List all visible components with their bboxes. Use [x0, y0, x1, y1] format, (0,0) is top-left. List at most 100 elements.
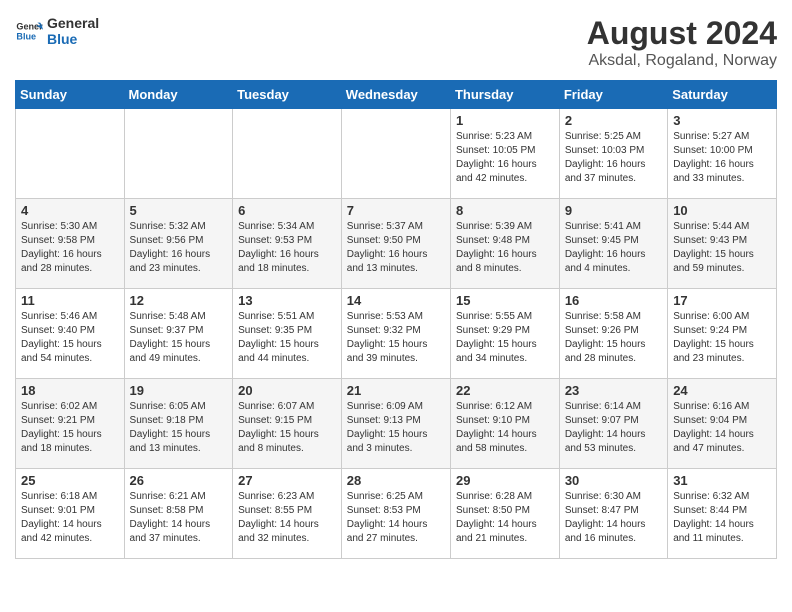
calendar-week-row: 18Sunrise: 6:02 AM Sunset: 9:21 PM Dayli…: [16, 379, 777, 469]
day-info: Sunrise: 6:12 AM Sunset: 9:10 PM Dayligh…: [456, 400, 554, 456]
calendar-cell: 1 Sunrise: 5:23 AM Sunset: 10:05 PM Dayli…: [450, 109, 559, 199]
day-info: Sunrise: 6:14 AM Sunset: 9:07 PM Dayligh…: [565, 400, 662, 456]
day-number: 20: [238, 383, 336, 398]
day-info: Sunrise: 5:27 AM Sunset: 10:00 PM Daylig…: [673, 130, 771, 186]
day-info: Sunrise: 5:30 AM Sunset: 9:58 PM Dayligh…: [21, 220, 119, 276]
day-info: Sunrise: 6:05 AM Sunset: 9:18 PM Dayligh…: [130, 400, 228, 456]
calendar-cell: 19 Sunrise: 6:05 AM Sunset: 9:18 PM Dayli…: [124, 379, 233, 469]
calendar-week-row: 25Sunrise: 6:18 AM Sunset: 9:01 PM Dayli…: [16, 469, 777, 559]
main-title: August 2024: [587, 15, 777, 52]
day-number: 7: [347, 203, 445, 218]
day-header-sunday: Sunday: [16, 81, 125, 109]
day-number: 1: [456, 113, 554, 128]
calendar-cell: 13Sunrise: 5:51 AM Sunset: 9:35 PM Dayli…: [233, 289, 342, 379]
logo: General Blue General Blue: [15, 15, 99, 47]
logo-text-blue: Blue: [47, 31, 99, 47]
day-number: 6: [238, 203, 336, 218]
calendar-cell: 2Sunrise: 5:25 AM Sunset: 10:03 PM Dayli…: [559, 109, 667, 199]
day-info: Sunrise: 5:53 AM Sunset: 9:32 PM Dayligh…: [347, 310, 445, 366]
day-info: Sunrise: 6:07 AM Sunset: 9:15 PM Dayligh…: [238, 400, 336, 456]
day-info: Sunrise: 6:16 AM Sunset: 9:04 PM Dayligh…: [673, 400, 771, 456]
title-area: August 2024 Aksdal, Rogaland, Norway: [587, 15, 777, 70]
day-number: 22: [456, 383, 554, 398]
day-header-monday: Monday: [124, 81, 233, 109]
day-info: Sunrise: 6:28 AM Sunset: 8:50 PM Dayligh…: [456, 490, 554, 546]
day-number: 18: [21, 383, 119, 398]
calendar-cell: 27 Sunrise: 6:23 AM Sunset: 8:55 PM Dayli…: [233, 469, 342, 559]
day-info: Sunrise: 5:32 AM Sunset: 9:56 PM Dayligh…: [130, 220, 228, 276]
day-info: Sunrise: 5:23 AM Sunset: 10:05 PM Daylig…: [456, 130, 554, 186]
calendar-cell: 23 Sunrise: 6:14 AM Sunset: 9:07 PM Dayli…: [559, 379, 667, 469]
calendar-cell: 15 Sunrise: 5:55 AM Sunset: 9:29 PM Dayli…: [450, 289, 559, 379]
calendar-week-row: 1 Sunrise: 5:23 AM Sunset: 10:05 PM Dayli…: [16, 109, 777, 199]
calendar-cell: [233, 109, 342, 199]
day-number: 27: [238, 473, 336, 488]
calendar-cell: 12 Sunrise: 5:48 AM Sunset: 9:37 PM Dayli…: [124, 289, 233, 379]
day-info: Sunrise: 5:39 AM Sunset: 9:48 PM Dayligh…: [456, 220, 554, 276]
day-header-wednesday: Wednesday: [341, 81, 450, 109]
calendar-cell: 22 Sunrise: 6:12 AM Sunset: 9:10 PM Dayli…: [450, 379, 559, 469]
calendar-cell: 25Sunrise: 6:18 AM Sunset: 9:01 PM Dayli…: [16, 469, 125, 559]
calendar-cell: 10 Sunrise: 5:44 AM Sunset: 9:43 PM Dayli…: [668, 199, 777, 289]
calendar-cell: 6 Sunrise: 5:34 AM Sunset: 9:53 PM Daylig…: [233, 199, 342, 289]
day-number: 5: [130, 203, 228, 218]
calendar-cell: 14 Sunrise: 5:53 AM Sunset: 9:32 PM Dayli…: [341, 289, 450, 379]
day-info: Sunrise: 6:23 AM Sunset: 8:55 PM Dayligh…: [238, 490, 336, 546]
sub-title: Aksdal, Rogaland, Norway: [587, 52, 777, 70]
day-info: Sunrise: 5:44 AM Sunset: 9:43 PM Dayligh…: [673, 220, 771, 276]
calendar-header-row: SundayMondayTuesdayWednesdayThursdayFrid…: [16, 81, 777, 109]
day-number: 29: [456, 473, 554, 488]
calendar-cell: 11 Sunrise: 5:46 AM Sunset: 9:40 PM Dayli…: [16, 289, 125, 379]
calendar-cell: [341, 109, 450, 199]
calendar-cell: 3 Sunrise: 5:27 AM Sunset: 10:00 PM Dayli…: [668, 109, 777, 199]
day-info: Sunrise: 6:30 AM Sunset: 8:47 PM Dayligh…: [565, 490, 662, 546]
day-number: 9: [565, 203, 662, 218]
day-header-friday: Friday: [559, 81, 667, 109]
day-number: 3: [673, 113, 771, 128]
day-number: 12: [130, 293, 228, 308]
day-info: Sunrise: 6:25 AM Sunset: 8:53 PM Dayligh…: [347, 490, 445, 546]
day-info: Sunrise: 6:32 AM Sunset: 8:44 PM Dayligh…: [673, 490, 771, 546]
calendar-cell: 4 Sunrise: 5:30 AM Sunset: 9:58 PM Daylig…: [16, 199, 125, 289]
calendar-cell: [16, 109, 125, 199]
day-number: 4: [21, 203, 119, 218]
calendar-cell: 8Sunrise: 5:39 AM Sunset: 9:48 PM Daylig…: [450, 199, 559, 289]
calendar-cell: 17Sunrise: 6:00 AM Sunset: 9:24 PM Dayli…: [668, 289, 777, 379]
day-header-thursday: Thursday: [450, 81, 559, 109]
day-number: 11: [21, 293, 119, 308]
day-number: 26: [130, 473, 228, 488]
day-info: Sunrise: 5:25 AM Sunset: 10:03 PM Daylig…: [565, 130, 662, 186]
calendar-week-row: 4 Sunrise: 5:30 AM Sunset: 9:58 PM Daylig…: [16, 199, 777, 289]
day-number: 30: [565, 473, 662, 488]
day-info: Sunrise: 5:46 AM Sunset: 9:40 PM Dayligh…: [21, 310, 119, 366]
day-info: Sunrise: 6:18 AM Sunset: 9:01 PM Dayligh…: [21, 490, 119, 546]
day-info: Sunrise: 5:48 AM Sunset: 9:37 PM Dayligh…: [130, 310, 228, 366]
page-header: General Blue General Blue August 2024 Ak…: [15, 15, 777, 70]
day-info: Sunrise: 5:34 AM Sunset: 9:53 PM Dayligh…: [238, 220, 336, 276]
day-info: Sunrise: 6:21 AM Sunset: 8:58 PM Dayligh…: [130, 490, 228, 546]
day-info: Sunrise: 5:41 AM Sunset: 9:45 PM Dayligh…: [565, 220, 662, 276]
calendar-cell: 18Sunrise: 6:02 AM Sunset: 9:21 PM Dayli…: [16, 379, 125, 469]
calendar-cell: 16 Sunrise: 5:58 AM Sunset: 9:26 PM Dayli…: [559, 289, 667, 379]
day-header-saturday: Saturday: [668, 81, 777, 109]
calendar-week-row: 11 Sunrise: 5:46 AM Sunset: 9:40 PM Dayli…: [16, 289, 777, 379]
day-info: Sunrise: 5:55 AM Sunset: 9:29 PM Dayligh…: [456, 310, 554, 366]
day-number: 16: [565, 293, 662, 308]
day-number: 10: [673, 203, 771, 218]
day-number: 14: [347, 293, 445, 308]
day-info: Sunrise: 5:58 AM Sunset: 9:26 PM Dayligh…: [565, 310, 662, 366]
calendar-cell: 5 Sunrise: 5:32 AM Sunset: 9:56 PM Daylig…: [124, 199, 233, 289]
calendar-cell: 29 Sunrise: 6:28 AM Sunset: 8:50 PM Dayli…: [450, 469, 559, 559]
day-number: 23: [565, 383, 662, 398]
calendar-cell: 21Sunrise: 6:09 AM Sunset: 9:13 PM Dayli…: [341, 379, 450, 469]
svg-text:Blue: Blue: [16, 31, 36, 41]
calendar-table: SundayMondayTuesdayWednesdayThursdayFrid…: [15, 80, 777, 559]
day-number: 19: [130, 383, 228, 398]
day-info: Sunrise: 5:37 AM Sunset: 9:50 PM Dayligh…: [347, 220, 445, 276]
calendar-cell: 9 Sunrise: 5:41 AM Sunset: 9:45 PM Daylig…: [559, 199, 667, 289]
day-info: Sunrise: 5:51 AM Sunset: 9:35 PM Dayligh…: [238, 310, 336, 366]
day-number: 17: [673, 293, 771, 308]
day-number: 15: [456, 293, 554, 308]
day-number: 21: [347, 383, 445, 398]
calendar-cell: 28Sunrise: 6:25 AM Sunset: 8:53 PM Dayli…: [341, 469, 450, 559]
